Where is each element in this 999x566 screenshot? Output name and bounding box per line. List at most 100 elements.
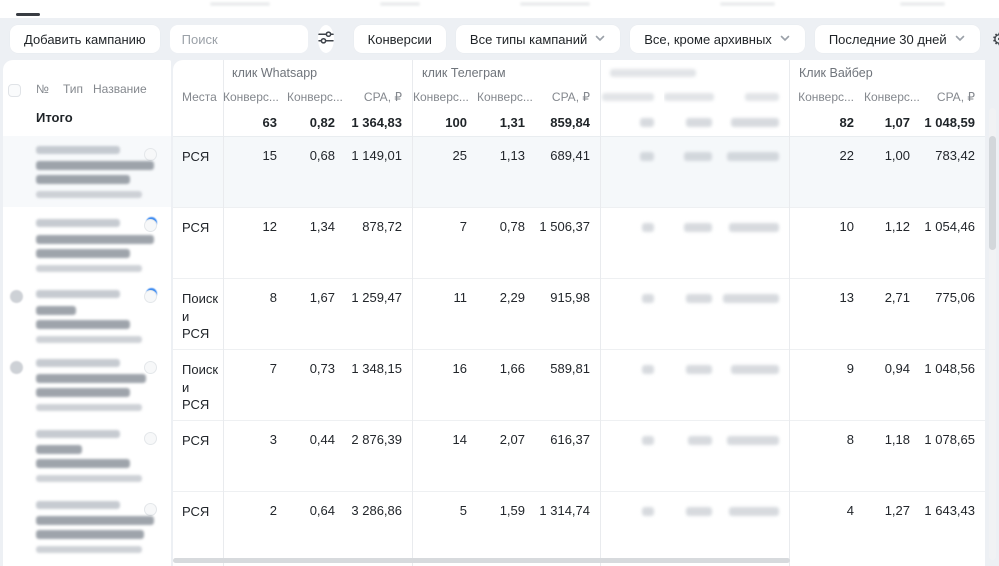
- wa-rate: 0,44: [287, 421, 345, 491]
- col-redacted: [664, 90, 722, 104]
- col-conversions[interactable]: Конверс...: [223, 90, 287, 104]
- campaign-type-icon: [10, 290, 23, 303]
- column-header-number: №: [36, 82, 49, 96]
- wa-rate: 1,67: [287, 279, 345, 349]
- total-vb-cpa: 1 048,59: [920, 115, 985, 130]
- top-strip: [0, 0, 999, 18]
- add-campaign-button[interactable]: Добавить кампанию: [10, 25, 160, 53]
- redacted-cell: [722, 279, 789, 349]
- tg-conversions: 11: [413, 279, 477, 349]
- vb-conversions: 9: [790, 350, 864, 420]
- date-range-filter[interactable]: Последние 30 дней: [815, 25, 980, 53]
- vb-rate: 0,94: [864, 350, 920, 420]
- col-conversion-rate[interactable]: Конверс...: [287, 90, 345, 104]
- wa-conversions: 2: [223, 492, 287, 562]
- campaign-row[interactable]: [3, 207, 171, 278]
- redacted-cell: [601, 350, 664, 420]
- campaign-row[interactable]: [3, 420, 171, 491]
- wa-conversions: 7: [223, 350, 287, 420]
- wa-cpa: 878,72: [345, 208, 412, 278]
- col-redacted: [722, 90, 789, 104]
- table-row[interactable]: Поиск и РСЯ 8 1,67 1 259,47 11 2,29 915,…: [173, 278, 985, 349]
- redacted-cell: [601, 208, 664, 278]
- table-row[interactable]: Поиск и РСЯ 7 0,73 1 348,15 16 1,66 589,…: [173, 349, 985, 420]
- vb-rate: 1,12: [864, 208, 920, 278]
- vb-conversions: 22: [790, 137, 864, 207]
- vertical-scrollbar-thumb[interactable]: [989, 136, 996, 250]
- search-input[interactable]: [170, 25, 308, 53]
- table-row[interactable]: РСЯ 2 0,64 3 286,86 5 1,59 1 314,74 4 1,…: [173, 491, 985, 562]
- row-checkbox[interactable]: [144, 148, 157, 161]
- vb-cpa: 1 643,43: [920, 492, 985, 562]
- col-cpa[interactable]: CPA, ₽: [920, 90, 985, 104]
- col-cpa[interactable]: CPA, ₽: [535, 90, 600, 104]
- select-all-checkbox[interactable]: [8, 84, 21, 97]
- total-vb-conversions: 82: [790, 115, 864, 130]
- redacted-cell: [722, 350, 789, 420]
- group-label-redacted: [601, 66, 789, 80]
- wa-rate: 1,34: [287, 208, 345, 278]
- col-cpa[interactable]: CPA, ₽: [345, 90, 412, 104]
- campaign-row[interactable]: [3, 136, 171, 207]
- vb-rate: 1,18: [864, 421, 920, 491]
- campaign-list-header: № Тип Название: [3, 82, 171, 102]
- vb-rate: 1,00: [864, 137, 920, 207]
- total-tg-cpa: 859,84: [535, 115, 600, 130]
- col-conversions[interactable]: Конверс...: [790, 90, 864, 104]
- vb-rate: 1,27: [864, 492, 920, 562]
- group-label-telegram: клик Телеграм: [413, 66, 600, 80]
- wa-cpa: 1 149,01: [345, 137, 412, 207]
- wa-cpa: 2 876,39: [345, 421, 412, 491]
- conversions-button[interactable]: Конверсии: [354, 25, 446, 53]
- row-checkbox[interactable]: [144, 290, 157, 303]
- toolbar: Добавить кампанию Конверсии Все типы кам…: [0, 18, 999, 60]
- col-conversions[interactable]: Конверс...: [413, 90, 477, 104]
- total-wa-cpa: 1 364,83: [345, 115, 412, 130]
- wa-conversions: 12: [223, 208, 287, 278]
- table-row[interactable]: РСЯ 12 1,34 878,72 7 0,78 1 506,37 10 1,…: [173, 207, 985, 278]
- campaign-type-filter-label: Все типы кампаний: [470, 32, 587, 47]
- tg-cpa: 616,37: [535, 421, 600, 491]
- col-conversion-rate[interactable]: Конверс...: [864, 90, 920, 104]
- date-range-label: Последние 30 дней: [829, 32, 947, 47]
- tg-cpa: 1 506,37: [535, 208, 600, 278]
- redacted-cell: [601, 492, 664, 562]
- tg-rate: 2,29: [477, 279, 535, 349]
- filter-settings-button[interactable]: [318, 25, 334, 53]
- col-conversion-rate[interactable]: Конверс...: [477, 90, 535, 104]
- total-redacted: [601, 115, 664, 130]
- redacted-cell: [664, 208, 722, 278]
- archive-filter[interactable]: Все, кроме архивных: [630, 25, 805, 53]
- stats-table: клик Whatsapp клик Телеграм Клик Вайбер …: [173, 60, 985, 566]
- tg-conversions: 14: [413, 421, 477, 491]
- redacted-cell: [601, 421, 664, 491]
- horizontal-scrollbar[interactable]: [173, 558, 790, 563]
- total-redacted: [722, 115, 789, 130]
- redacted-cell: [722, 421, 789, 491]
- wa-rate: 0,68: [287, 137, 345, 207]
- totals-row-label: Итого: [36, 110, 73, 136]
- row-checkbox[interactable]: [144, 219, 157, 232]
- chevron-down-icon: [779, 32, 791, 47]
- campaign-row[interactable]: [3, 349, 171, 420]
- places-header[interactable]: Места: [173, 90, 223, 104]
- column-header-name: Название: [93, 82, 147, 96]
- campaign-type-filter[interactable]: Все типы кампаний: [456, 25, 620, 53]
- places-value: РСЯ: [173, 421, 223, 491]
- places-value: Поиск и РСЯ: [173, 350, 223, 420]
- row-checkbox[interactable]: [144, 432, 157, 445]
- tg-rate: 0,78: [477, 208, 535, 278]
- table-row[interactable]: РСЯ 3 0,44 2 876,39 14 2,07 616,37 8 1,1…: [173, 420, 985, 491]
- tg-cpa: 915,98: [535, 279, 600, 349]
- row-checkbox[interactable]: [144, 503, 157, 516]
- redacted-cell: [664, 279, 722, 349]
- vb-cpa: 775,06: [920, 279, 985, 349]
- wa-rate: 0,73: [287, 350, 345, 420]
- campaign-row[interactable]: [3, 278, 171, 349]
- settings-gear-button[interactable]: ⚙: [992, 27, 999, 51]
- row-checkbox[interactable]: [144, 361, 157, 374]
- vertical-scrollbar[interactable]: [989, 108, 996, 560]
- campaign-row[interactable]: [3, 491, 171, 562]
- wa-cpa: 1 348,15: [345, 350, 412, 420]
- table-row[interactable]: РСЯ 15 0,68 1 149,01 25 1,13 689,41 22 1…: [173, 136, 985, 207]
